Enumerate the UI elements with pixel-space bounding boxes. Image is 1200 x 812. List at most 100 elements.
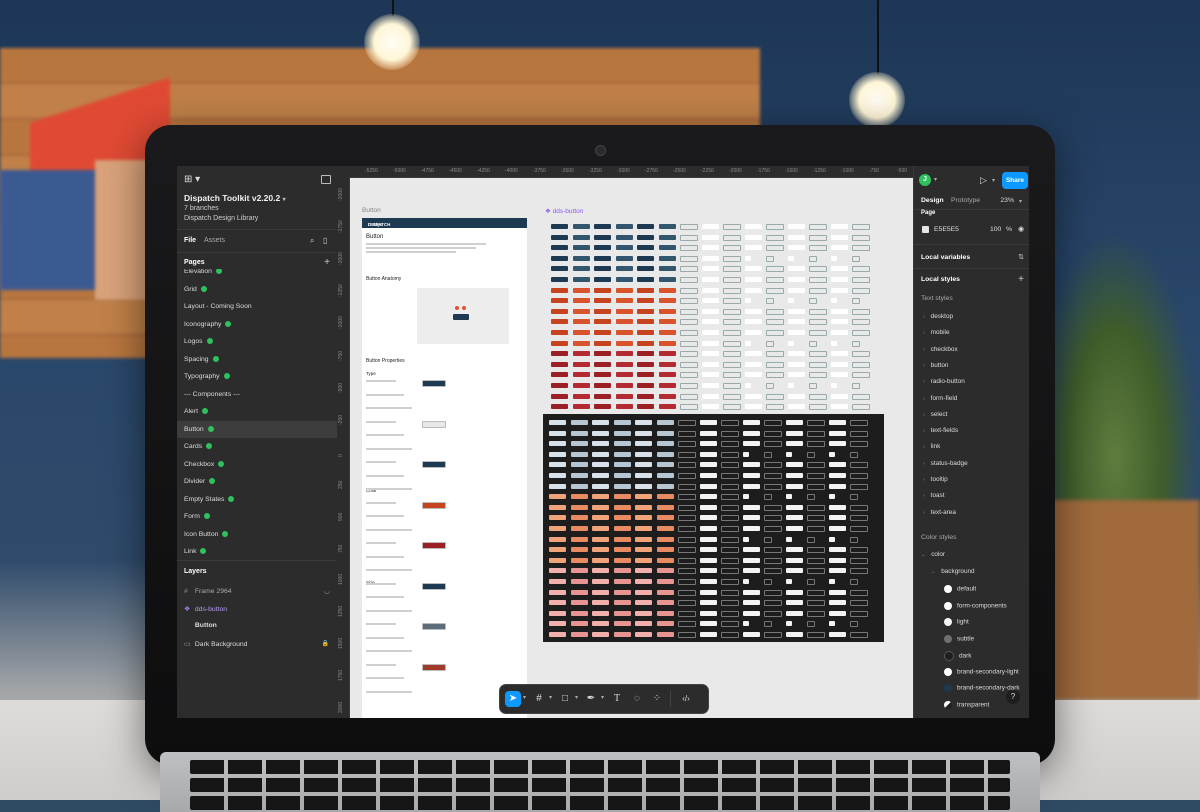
button-variant[interactable] [742,568,760,574]
button-variant[interactable] [850,536,858,543]
button-variant[interactable] [744,351,762,357]
button-variant[interactable] [613,515,631,521]
color-style-item[interactable]: default [944,585,976,593]
button-variant[interactable] [592,547,609,553]
button-variant[interactable] [678,610,696,617]
button-variant[interactable] [744,245,762,251]
button-variant[interactable] [852,383,860,389]
chevron-down-icon[interactable]: ▾ [992,177,995,184]
button-variant[interactable] [570,420,588,425]
button-variant[interactable] [680,404,698,411]
search-icon[interactable]: ⌕ [310,236,314,246]
button-variant[interactable] [572,383,590,388]
button-variant[interactable] [807,451,815,458]
button-variant[interactable] [572,372,590,378]
button-variant[interactable] [637,266,654,272]
button-variant[interactable] [828,557,846,563]
button-variant[interactable] [592,451,609,457]
button-variant[interactable] [613,420,631,425]
button-variant[interactable] [656,610,674,616]
button-variant[interactable] [549,568,566,574]
button-variant[interactable] [809,330,827,336]
button-variant[interactable] [787,340,794,346]
button-variant[interactable] [635,451,652,457]
button-variant[interactable] [592,568,609,574]
button-variant[interactable] [613,483,631,489]
button-variant[interactable] [852,308,870,315]
button-variant[interactable] [787,330,805,335]
button-variant[interactable] [658,383,676,388]
button-variant[interactable] [828,441,846,447]
button-variant[interactable] [809,361,827,368]
button-variant[interactable] [850,515,868,522]
button-variant[interactable] [635,483,652,489]
button-variant[interactable] [764,420,782,426]
button-variant[interactable] [656,451,674,457]
button-variant[interactable] [656,600,674,606]
button-variant[interactable] [549,536,566,542]
button-variant[interactable] [656,515,674,521]
button-variant[interactable] [744,383,751,388]
dev-mode-icon[interactable]: ‹/› [678,691,694,707]
button-variant[interactable] [766,266,784,273]
button-variant[interactable] [637,340,654,346]
color-style-item[interactable]: brand-secondary-dark [944,684,1020,692]
page-item[interactable]: Alert [177,403,337,421]
button-variant[interactable] [787,298,794,304]
button-variant[interactable] [549,473,566,478]
button-variant[interactable] [828,568,846,574]
button-variant[interactable] [592,536,609,542]
button-variant[interactable] [721,504,739,511]
button-variant[interactable] [594,308,611,314]
button-variant[interactable] [742,473,760,478]
button-variant[interactable] [678,589,696,596]
button-variant[interactable] [742,451,749,457]
button-variant[interactable] [615,308,633,314]
button-variant[interactable] [658,330,676,335]
button-variant[interactable] [678,430,696,437]
button-variant[interactable] [699,494,717,500]
button-variant[interactable] [785,557,803,563]
page-item[interactable]: Elevation [177,269,337,281]
button-variant[interactable] [592,600,609,606]
button-variant[interactable] [742,494,749,500]
button-variant[interactable] [742,621,749,627]
button-variant[interactable] [744,308,762,314]
button-variant[interactable] [613,557,631,563]
button-variant[interactable] [828,632,846,637]
button-variant[interactable] [551,319,568,325]
page-item[interactable]: Logos [177,333,337,351]
button-variant[interactable] [830,330,848,335]
button-variant[interactable] [809,266,827,273]
share-button[interactable]: Share [1002,172,1028,189]
button-variant[interactable] [635,568,652,574]
button-variant[interactable] [615,277,633,282]
button-variant[interactable] [549,430,566,436]
button-variant[interactable] [742,589,760,595]
button-variant[interactable] [594,298,611,304]
button-variant[interactable] [613,441,631,447]
button-variant[interactable] [744,298,751,304]
button-variant[interactable] [807,632,825,638]
button-variant[interactable] [807,610,825,617]
button-variant[interactable] [551,361,568,367]
button-variant[interactable] [852,340,860,347]
button-variant[interactable] [680,361,698,368]
page-item[interactable]: Link [177,543,337,559]
button-variant[interactable] [570,600,588,606]
button-variant[interactable] [701,287,719,293]
button-variant[interactable] [701,351,719,357]
button-variant[interactable] [828,504,846,510]
button-variant[interactable] [594,404,611,410]
button-variant[interactable] [572,393,590,399]
button-variant[interactable] [807,526,825,532]
button-variant[interactable] [721,441,739,448]
button-variant[interactable] [721,420,739,426]
button-variant[interactable] [787,404,805,410]
button-variant[interactable] [637,383,654,388]
button-variant[interactable] [592,579,609,584]
button-variant[interactable] [807,473,825,479]
button-variant[interactable] [699,589,717,595]
button-variant[interactable] [785,451,792,457]
button-variant[interactable] [723,298,741,305]
